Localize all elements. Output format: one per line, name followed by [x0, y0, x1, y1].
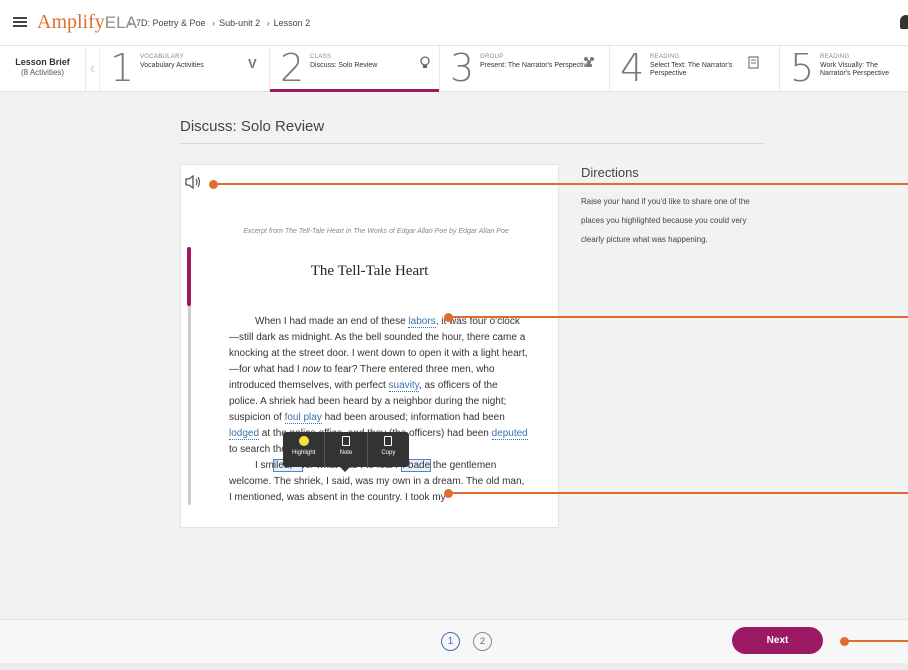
page-dot-2[interactable]: 2	[473, 632, 492, 651]
vocab-word[interactable]: suavity	[388, 380, 419, 392]
activity-reading-select[interactable]: 4 READING Select Text: The Narrator's Pe…	[610, 46, 780, 92]
directions-title: Directions	[581, 165, 639, 180]
passage-text[interactable]: When I had made an end of these labors, …	[229, 314, 529, 506]
highlight-button[interactable]: Highlight	[283, 432, 326, 467]
vocab-word[interactable]: foul play	[284, 412, 322, 424]
highlight-icon	[298, 436, 309, 446]
activity-vocabulary[interactable]: 1 VOCABULARY Vocabulary Activities V	[100, 46, 270, 92]
menu-icon[interactable]	[13, 17, 27, 27]
copy-icon	[384, 436, 393, 446]
note-button[interactable]: Note	[325, 432, 368, 467]
vocab-word[interactable]: deputed	[491, 428, 528, 440]
vocab-word[interactable]: labors	[408, 316, 436, 328]
page-dot-1[interactable]: 1	[441, 632, 460, 651]
notification-icon[interactable]	[900, 15, 908, 29]
book-icon	[748, 56, 759, 69]
lesson-brief[interactable]: Lesson Brief (8 Activities)	[0, 46, 86, 92]
breadcrumb-item[interactable]: 7D: Poetry & Poe	[136, 18, 206, 28]
activity-group[interactable]: 3 GROUP Present: The Narrator's Perspect…	[440, 46, 610, 92]
breadcrumb-item[interactable]: Sub-unit 2	[219, 18, 260, 28]
brand-logo: AmplifyELA	[37, 11, 137, 33]
activity-reading-visual[interactable]: 5 READING Work Visually: The Narrator's …	[780, 46, 908, 92]
top-bar: AmplifyELA › 7D: Poetry & Poe › Sub-unit 2…	[0, 0, 908, 46]
directions-text: Raise your hand if you'd like to share o…	[581, 197, 750, 244]
next-button[interactable]: Next	[732, 627, 823, 654]
activity-class[interactable]: 2 CLASS Discuss: Solo Review	[270, 46, 440, 92]
breadcrumb: › 7D: Poetry & Poe › Sub-unit 2 › Lesson 2	[129, 18, 311, 28]
breadcrumb-item[interactable]: Lesson 2	[274, 18, 311, 28]
callout-line	[844, 640, 908, 642]
vocab-word[interactable]: lodged	[229, 428, 260, 440]
toolbar-caret	[340, 467, 350, 472]
excerpt-source: Excerpt from The Tell-Tale Heart in The …	[243, 228, 509, 235]
story-title: The Tell-Tale Heart	[310, 263, 429, 279]
lightbulb-icon	[420, 56, 430, 68]
activity-strip: Lesson Brief (8 Activities) ‹ 1 VOCABULA…	[0, 46, 908, 92]
reading-panel: Excerpt from The Tell-Tale Heart in The …	[180, 164, 559, 528]
page-title: Discuss: Solo Review	[180, 118, 325, 135]
chevron-left-icon[interactable]: ‹	[86, 46, 100, 92]
copy-button[interactable]: Copy	[368, 432, 409, 467]
group-icon	[584, 57, 594, 67]
note-icon	[341, 436, 350, 446]
bottom-bar	[0, 663, 908, 670]
divider	[180, 143, 764, 144]
speaker-icon[interactable]	[184, 174, 204, 190]
vocabulary-icon: V	[248, 56, 257, 71]
callout-line	[213, 183, 908, 185]
callout-line	[448, 316, 908, 318]
callout-line	[448, 492, 908, 494]
selection-toolbar: Highlight Note Copy	[283, 432, 409, 467]
